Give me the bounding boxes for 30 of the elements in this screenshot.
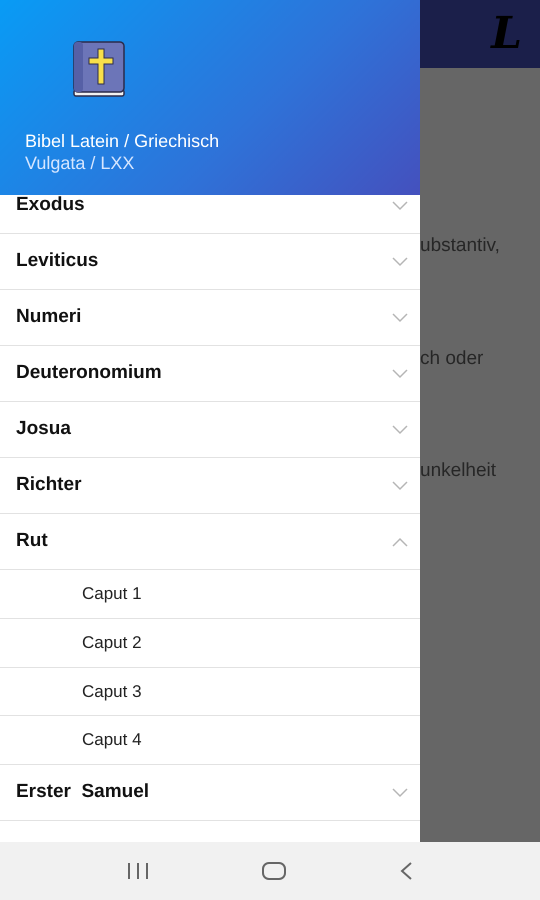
- book-item[interactable]: Numeri: [0, 290, 420, 346]
- app-logo: L: [491, 7, 522, 61]
- recent-apps-icon[interactable]: [126, 862, 150, 880]
- book-item[interactable]: Exodus: [0, 195, 420, 234]
- chevron-down-icon: [392, 788, 408, 798]
- bible-icon: [71, 40, 127, 98]
- book-item[interactable]: Josua: [0, 402, 420, 458]
- drawer-title: Bibel Latein / Griechisch: [25, 130, 220, 152]
- content-text: ubstantiv,: [420, 234, 501, 258]
- chevron-down-icon: [392, 312, 408, 322]
- drawer-subtitle: Vulgata / LXX: [25, 152, 136, 174]
- back-icon[interactable]: [398, 861, 414, 881]
- content-text: ch oder: [420, 346, 484, 370]
- chevron-down-icon: [392, 256, 408, 266]
- home-icon[interactable]: [260, 861, 287, 881]
- book-item[interactable]: Deuteronomium: [0, 346, 420, 402]
- chevron-up-icon: [392, 536, 408, 546]
- book-item[interactable]: Richter: [0, 458, 420, 514]
- chevron-down-icon: [392, 424, 408, 434]
- book-item[interactable]: Leviticus: [0, 234, 420, 290]
- chevron-down-icon: [392, 368, 408, 378]
- chapter-item[interactable]: Caput 1: [0, 570, 420, 619]
- content-text: unkelheit: [420, 459, 498, 483]
- chevron-down-icon: [392, 480, 408, 490]
- chapter-item[interactable]: Caput 3: [0, 668, 420, 716]
- book-item[interactable]: Rut: [0, 514, 420, 570]
- book-item[interactable]: Erster Samuel: [0, 765, 420, 821]
- chevron-down-icon: [392, 200, 408, 210]
- chapter-item[interactable]: Caput 4: [0, 716, 420, 765]
- chapter-item[interactable]: Caput 2: [0, 618, 420, 668]
